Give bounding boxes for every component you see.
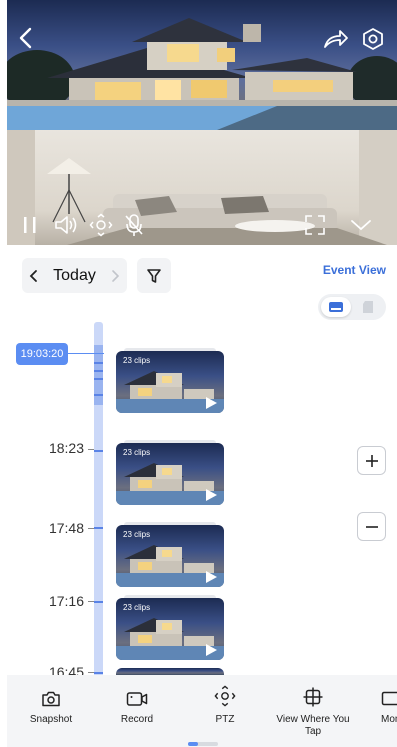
- cloud-storage-option[interactable]: [321, 297, 351, 317]
- speaker-icon: [55, 216, 77, 234]
- back-button[interactable]: [13, 24, 37, 52]
- monitor-icon: [381, 691, 397, 706]
- current-time-badge: 19:03:20: [16, 343, 68, 365]
- bottom-toolbar: Snapshot Record PTZ View Where You Tap M…: [7, 675, 397, 747]
- filter-icon: [147, 268, 161, 283]
- timeline-dash: [88, 449, 94, 450]
- camera-feed-exterior[interactable]: [7, 0, 397, 130]
- timeline-label: 18:23: [48, 440, 84, 456]
- timeline-dash: [88, 601, 94, 602]
- video-record-icon: [126, 692, 148, 706]
- timeline-tick: [94, 378, 103, 380]
- timeline-tick: [94, 527, 103, 529]
- sd-card-icon: [363, 301, 373, 313]
- sd-card-option[interactable]: [353, 297, 383, 317]
- ptz-label: PTZ: [215, 714, 235, 725]
- mic-muted-icon: [125, 214, 143, 236]
- snapshot-label: Snapshot: [29, 714, 73, 725]
- clip-thumbnail[interactable]: 23 clips: [116, 351, 224, 413]
- ptz-toolbar-button[interactable]: PTZ: [193, 675, 257, 747]
- back-arrow-icon: [19, 27, 32, 49]
- speaker-button[interactable]: [51, 211, 81, 239]
- play-icon: [206, 571, 217, 583]
- toolbar-page-indicator-active: [188, 742, 198, 746]
- collapse-button[interactable]: [347, 211, 375, 239]
- timeline-tick: [94, 601, 103, 603]
- current-time-indicator-line: [68, 353, 104, 354]
- view-where-you-tap-label: View Where You Tap: [276, 714, 350, 737]
- timeline-tick: [94, 394, 103, 396]
- monitor-label: Mon: [381, 714, 397, 725]
- share-button[interactable]: [321, 26, 351, 52]
- clip-count-label: 23 clips: [123, 448, 151, 457]
- plus-icon: [365, 454, 378, 467]
- clip-thumbnail[interactable]: 23 clips: [116, 525, 224, 587]
- share-icon: [324, 30, 348, 48]
- ptz-icon: [214, 685, 236, 707]
- timeline-tick: [94, 362, 103, 364]
- camera-icon: [42, 691, 60, 707]
- settings-hexagon-icon: [363, 28, 383, 50]
- storage-toggle: [318, 294, 386, 320]
- play-icon: [206, 644, 217, 656]
- timeline-dash: [88, 672, 94, 673]
- fullscreen-icon: [305, 215, 325, 235]
- zoom-out-button[interactable]: [357, 512, 386, 541]
- view-where-you-tap-button[interactable]: View Where You Tap: [271, 675, 355, 747]
- ptz-icon: [89, 213, 113, 237]
- chevron-down-icon: [351, 220, 371, 231]
- date-label[interactable]: Today: [46, 267, 103, 285]
- clip-count-label: 23 clips: [123, 356, 151, 365]
- monitor-button[interactable]: Mon: [373, 675, 397, 747]
- timeline-label: 17:16: [48, 593, 84, 609]
- playback-screen: Today Event View 18:23 17:48 17:16 16:45…: [0, 0, 397, 747]
- chevron-left-icon: [29, 269, 37, 282]
- camera-feed-interior[interactable]: [7, 130, 397, 245]
- filter-button[interactable]: [137, 258, 171, 293]
- settings-button[interactable]: [359, 25, 387, 53]
- zoom-in-button[interactable]: [357, 446, 386, 475]
- clip-thumbnail[interactable]: 23 clips: [116, 598, 224, 660]
- play-icon: [206, 397, 217, 409]
- mic-button[interactable]: [120, 211, 148, 239]
- previous-day-button[interactable]: [22, 258, 46, 293]
- next-day-button[interactable]: [103, 258, 127, 293]
- event-view-link[interactable]: Event View: [323, 263, 386, 277]
- record-button[interactable]: Record: [105, 675, 169, 747]
- toolbar-page-indicator: [188, 742, 218, 746]
- chevron-right-icon: [112, 269, 120, 282]
- record-label: Record: [120, 714, 154, 725]
- clip-thumbnail-partial[interactable]: [116, 668, 224, 675]
- timeline-tick: [94, 672, 103, 674]
- play-icon: [206, 489, 217, 501]
- timeline-tick: [94, 450, 103, 452]
- pause-button[interactable]: [17, 212, 43, 238]
- clip-thumbnail[interactable]: 23 clips: [116, 443, 224, 505]
- timeline-label: 17:48: [48, 520, 84, 536]
- clip-count-label: 23 clips: [123, 530, 151, 539]
- ptz-button[interactable]: [87, 211, 115, 239]
- date-selector: Today: [22, 258, 127, 293]
- cloud-storage-icon: [329, 302, 343, 312]
- crosshair-icon: [303, 687, 323, 707]
- snapshot-button[interactable]: Snapshot: [19, 675, 83, 747]
- fullscreen-button[interactable]: [301, 211, 329, 239]
- exterior-scene: [7, 18, 397, 130]
- timeline-tick: [94, 370, 103, 372]
- timeline-dash: [88, 528, 94, 529]
- timeline-recorded-segment: [94, 345, 103, 405]
- minus-icon: [365, 525, 378, 528]
- clip-count-label: 23 clips: [123, 603, 151, 612]
- pause-icon: [24, 217, 36, 233]
